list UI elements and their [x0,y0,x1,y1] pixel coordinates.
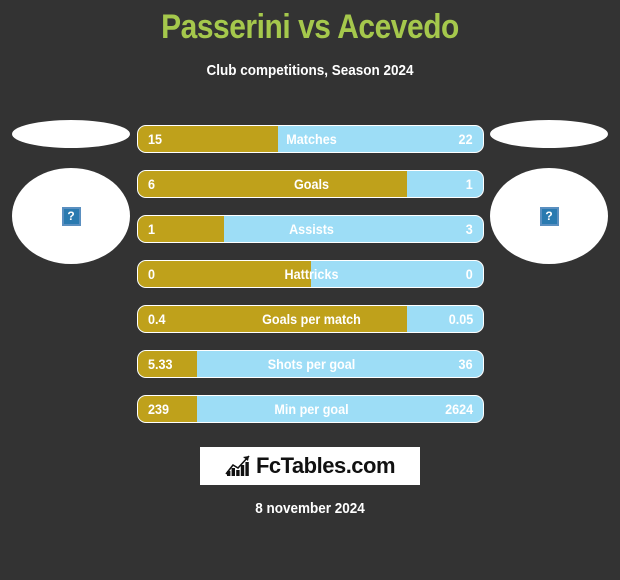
fctables-logo-text: FcTables.com [255,453,396,478]
stat-right-value: 1 [465,176,473,192]
player-left-photo-ellipse: ? [12,168,130,264]
stat-right-value: 36 [458,356,473,372]
stat-left-value: 1 [148,221,156,237]
stat-label: Goals per match [262,311,361,327]
stat-label: Goals [293,176,330,192]
stat-label: Hattricks [284,266,339,282]
broken-image-icon: ? [61,206,81,226]
broken-image-icon: ? [539,206,559,226]
page-subtitle: Club competitions, Season 2024 [206,62,414,79]
player-left-photo: ? [12,120,132,264]
stat-label: Min per goal [274,401,349,417]
stat-left-value: 6 [148,176,156,192]
player-right-photo-ellipse: ? [490,168,608,264]
stat-right-value: 2624 [444,401,473,417]
stat-label: Assists [289,221,334,237]
player-right-photo-top-ellipse [490,120,608,148]
fctables-logo[interactable]: FcTables.com [200,447,420,485]
stat-label: Matches [286,131,337,147]
stat-right-value: 22 [458,131,473,147]
stat-right-value: 0.05 [448,311,473,327]
stat-label: Shots per goal [267,356,356,372]
page-title: Passerini vs Acevedo [161,8,459,46]
stat-right-value: 3 [465,221,473,237]
stat-row-goals-per-match: 0.4 Goals per match 0.05 [137,305,484,333]
stats-bar-list: 15 Matches 22 6 Goals 1 1 Assists 3 0 Ha… [137,125,484,440]
player-right-photo: ? [490,120,610,264]
stat-row-goals: 6 Goals 1 [137,170,484,198]
stat-row-assists: 1 Assists 3 [137,215,484,243]
bar-chart-growth-icon [225,455,250,476]
stat-row-matches: 15 Matches 22 [137,125,484,153]
stat-row-shots-per-goal: 5.33 Shots per goal 36 [137,350,484,378]
stat-right-value: 0 [465,266,473,282]
comparison-infographic: Passerini vs Acevedo Club competitions, … [0,0,620,580]
stat-row-min-per-goal: 239 Min per goal 2624 [137,395,484,423]
stat-left-value: 0 [148,266,156,282]
stat-row-hattricks: 0 Hattricks 0 [137,260,484,288]
footer-date: 8 november 2024 [255,500,365,517]
player-left-photo-top-ellipse [12,120,130,148]
